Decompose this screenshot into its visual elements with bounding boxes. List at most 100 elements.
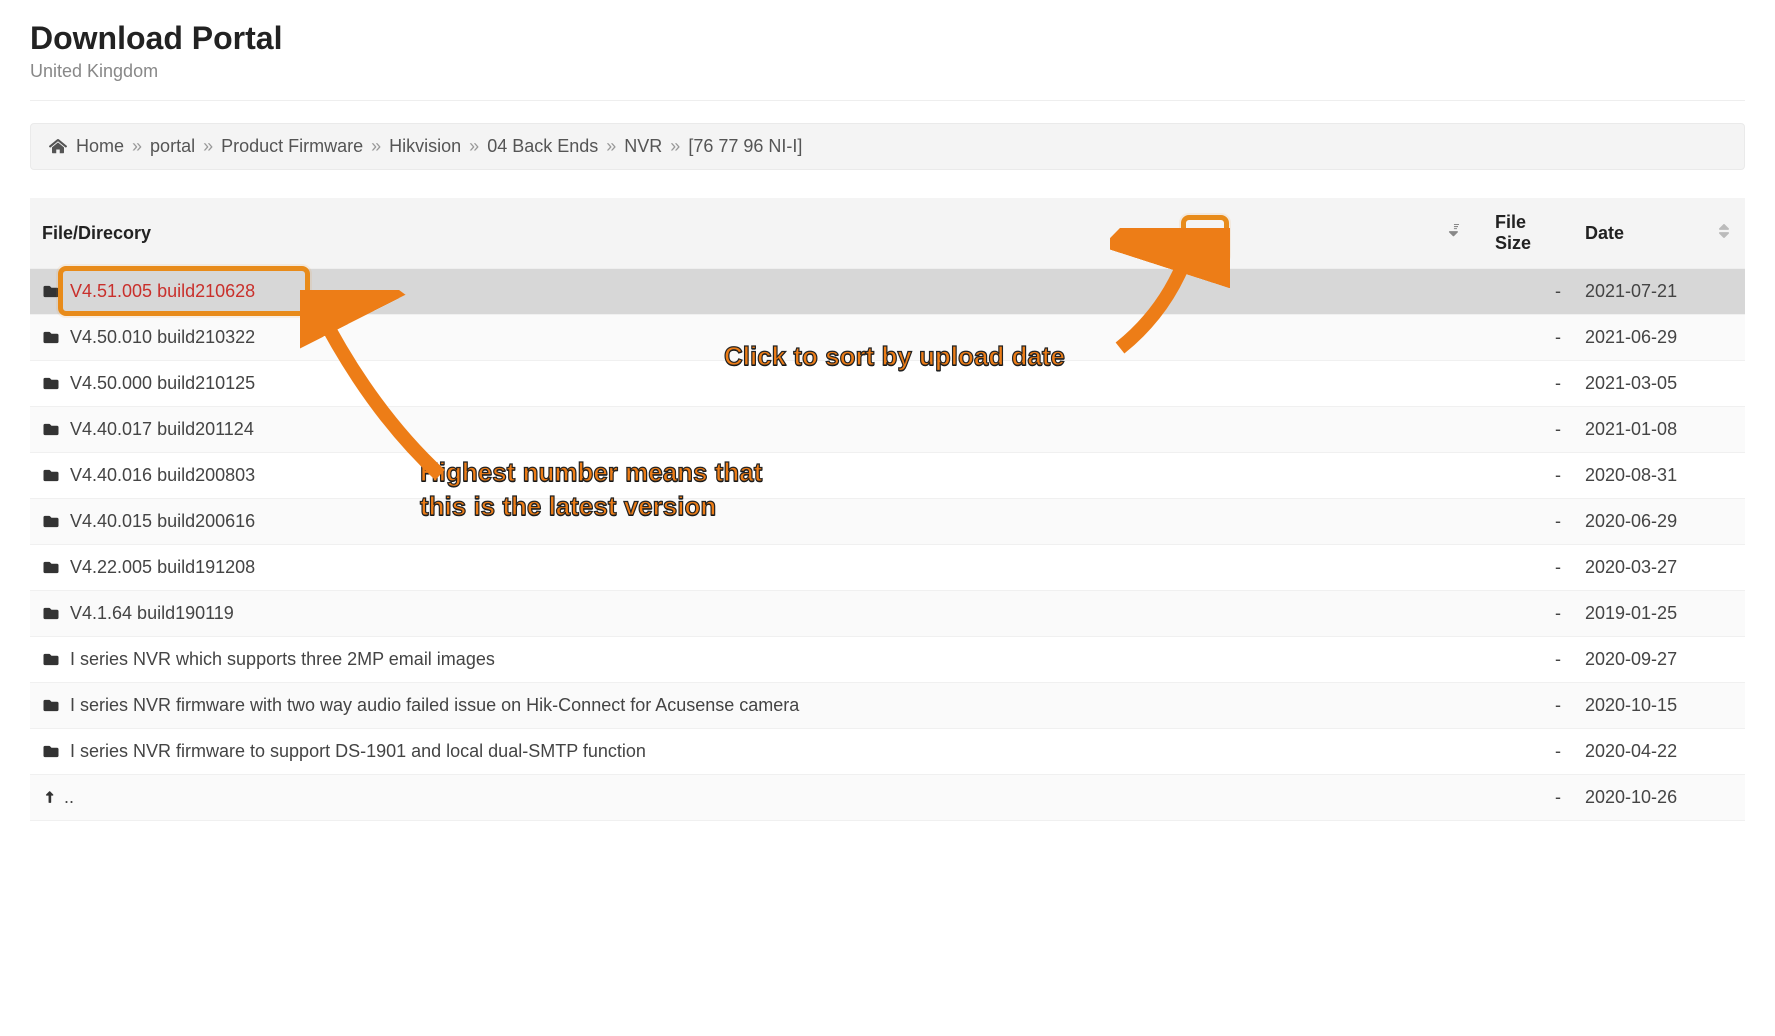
sort-cell-spacer bbox=[1703, 545, 1745, 591]
breadcrumb-item[interactable]: Hikvision bbox=[389, 136, 461, 157]
file-cell: V4.1.64 build190119 bbox=[30, 591, 1433, 637]
file-cell: V4.50.010 build210322 bbox=[30, 315, 1433, 361]
table-row: V4.50.000 build210125-2021-03-05 bbox=[30, 361, 1745, 407]
folder-link[interactable]: I series NVR firmware to support DS-1901… bbox=[42, 741, 646, 761]
folder-icon bbox=[42, 698, 60, 713]
file-cell: V4.51.005 build210628 bbox=[30, 269, 1433, 315]
sort-cell-spacer bbox=[1433, 775, 1483, 821]
breadcrumb-home[interactable]: Home bbox=[49, 136, 124, 157]
file-size: - bbox=[1483, 407, 1573, 453]
file-name: V4.40.016 build200803 bbox=[70, 465, 255, 485]
file-name: V4.50.000 build210125 bbox=[70, 373, 255, 393]
file-cell: V4.50.000 build210125 bbox=[30, 361, 1433, 407]
folder-link[interactable]: I series NVR which supports three 2MP em… bbox=[42, 649, 495, 669]
breadcrumb-sep: » bbox=[467, 136, 481, 157]
sort-cell-spacer bbox=[1703, 315, 1745, 361]
breadcrumb-sep: » bbox=[668, 136, 682, 157]
file-date: 2020-06-29 bbox=[1573, 499, 1703, 545]
folder-link[interactable]: I series NVR firmware with two way audio… bbox=[42, 695, 799, 715]
sort-cell-spacer bbox=[1703, 591, 1745, 637]
page-title: Download Portal bbox=[30, 20, 1745, 57]
sort-cell-spacer bbox=[1433, 729, 1483, 775]
breadcrumb-item[interactable]: portal bbox=[150, 136, 195, 157]
sort-cell-spacer bbox=[1433, 269, 1483, 315]
parent-dir-link[interactable]: .. bbox=[42, 787, 74, 807]
file-size: - bbox=[1483, 637, 1573, 683]
file-date: 2020-10-26 bbox=[1573, 775, 1703, 821]
folder-link[interactable]: V4.40.016 build200803 bbox=[42, 465, 255, 485]
file-size: - bbox=[1483, 269, 1573, 315]
file-size: - bbox=[1483, 591, 1573, 637]
file-cell: I series NVR which supports three 2MP em… bbox=[30, 637, 1433, 683]
table-row: V4.1.64 build190119-2019-01-25 bbox=[30, 591, 1745, 637]
breadcrumb-sep: » bbox=[604, 136, 618, 157]
file-name: V4.40.017 build201124 bbox=[70, 419, 254, 439]
folder-link[interactable]: V4.50.010 build210322 bbox=[42, 327, 255, 347]
page-root: Download Portal United Kingdom Home » po… bbox=[30, 20, 1745, 821]
column-header-file[interactable]: File/Direcory bbox=[30, 198, 1433, 269]
file-size: - bbox=[1483, 683, 1573, 729]
table-row: V4.50.010 build210322-2021-06-29 bbox=[30, 315, 1745, 361]
sort-cell-spacer bbox=[1703, 683, 1745, 729]
divider bbox=[30, 100, 1745, 101]
file-name: V4.22.005 build191208 bbox=[70, 557, 255, 577]
sort-cell-spacer bbox=[1433, 637, 1483, 683]
breadcrumb-home-label: Home bbox=[76, 136, 124, 156]
breadcrumb-sep: » bbox=[201, 136, 215, 157]
breadcrumb-item[interactable]: Product Firmware bbox=[221, 136, 363, 157]
folder-icon bbox=[42, 330, 60, 345]
file-size: - bbox=[1483, 361, 1573, 407]
file-name: I series NVR firmware with two way audio… bbox=[70, 695, 799, 715]
sort-cell-spacer bbox=[1433, 499, 1483, 545]
folder-icon bbox=[42, 284, 60, 299]
breadcrumb-sep: » bbox=[369, 136, 383, 157]
sort-cell-spacer bbox=[1433, 315, 1483, 361]
folder-icon bbox=[42, 652, 60, 667]
column-header-sort-date[interactable] bbox=[1703, 198, 1745, 269]
file-name: V4.50.010 build210322 bbox=[70, 327, 255, 347]
home-icon bbox=[49, 138, 67, 154]
file-date: 2020-03-27 bbox=[1573, 545, 1703, 591]
file-size: - bbox=[1483, 729, 1573, 775]
sort-desc-icon bbox=[1445, 222, 1463, 240]
file-name: V4.40.015 build200616 bbox=[70, 511, 255, 531]
sort-cell-spacer bbox=[1433, 407, 1483, 453]
table-row: V4.40.015 build200616 -2020-06-29 bbox=[30, 499, 1745, 545]
file-date: 2020-04-22 bbox=[1573, 729, 1703, 775]
folder-icon bbox=[42, 468, 60, 483]
file-name: V4.1.64 build190119 bbox=[70, 603, 234, 623]
folder-link[interactable]: V4.1.64 build190119 bbox=[42, 603, 234, 623]
sort-cell-spacer bbox=[1703, 453, 1745, 499]
folder-link[interactable]: V4.40.017 build201124 bbox=[42, 419, 254, 439]
breadcrumb-item[interactable]: NVR bbox=[624, 136, 662, 157]
folder-icon bbox=[42, 560, 60, 575]
table-row: ..-2020-10-26 bbox=[30, 775, 1745, 821]
file-name: V4.51.005 build210628 bbox=[70, 281, 255, 301]
sort-cell-spacer bbox=[1703, 499, 1745, 545]
folder-link[interactable]: V4.22.005 build191208 bbox=[42, 557, 255, 577]
folder-link[interactable]: V4.50.000 build210125 bbox=[42, 373, 255, 393]
column-header-date[interactable]: Date bbox=[1573, 198, 1703, 269]
folder-link[interactable]: V4.51.005 build210628 bbox=[42, 281, 255, 301]
file-date: 2020-10-15 bbox=[1573, 683, 1703, 729]
sort-cell-spacer bbox=[1703, 637, 1745, 683]
folder-icon bbox=[42, 514, 60, 529]
file-cell: V4.40.017 build201124 bbox=[30, 407, 1433, 453]
breadcrumb-item[interactable]: [76 77 96 NI-I] bbox=[688, 136, 802, 157]
table-row: V4.51.005 build210628 -2021-07-21 bbox=[30, 269, 1745, 315]
file-cell: I series NVR firmware to support DS-1901… bbox=[30, 729, 1433, 775]
file-cell: V4.40.016 build200803 bbox=[30, 453, 1433, 499]
file-size: - bbox=[1483, 545, 1573, 591]
breadcrumb-sep: » bbox=[130, 136, 144, 157]
sort-cell-spacer bbox=[1433, 361, 1483, 407]
table-body: V4.51.005 build210628-2021-07-21V4.50.01… bbox=[30, 269, 1745, 821]
file-size: - bbox=[1483, 499, 1573, 545]
folder-link[interactable]: V4.40.015 build200616 bbox=[42, 511, 255, 531]
table-row: V4.40.017 build201124-2021-01-08 bbox=[30, 407, 1745, 453]
table-row: V4.22.005 build191208 -2020-03-27 bbox=[30, 545, 1745, 591]
file-date: 2021-07-21 bbox=[1573, 269, 1703, 315]
breadcrumb-item[interactable]: 04 Back Ends bbox=[487, 136, 598, 157]
sort-cell-spacer bbox=[1433, 591, 1483, 637]
column-header-size[interactable]: File Size bbox=[1483, 198, 1573, 269]
column-header-sort[interactable] bbox=[1433, 198, 1483, 269]
